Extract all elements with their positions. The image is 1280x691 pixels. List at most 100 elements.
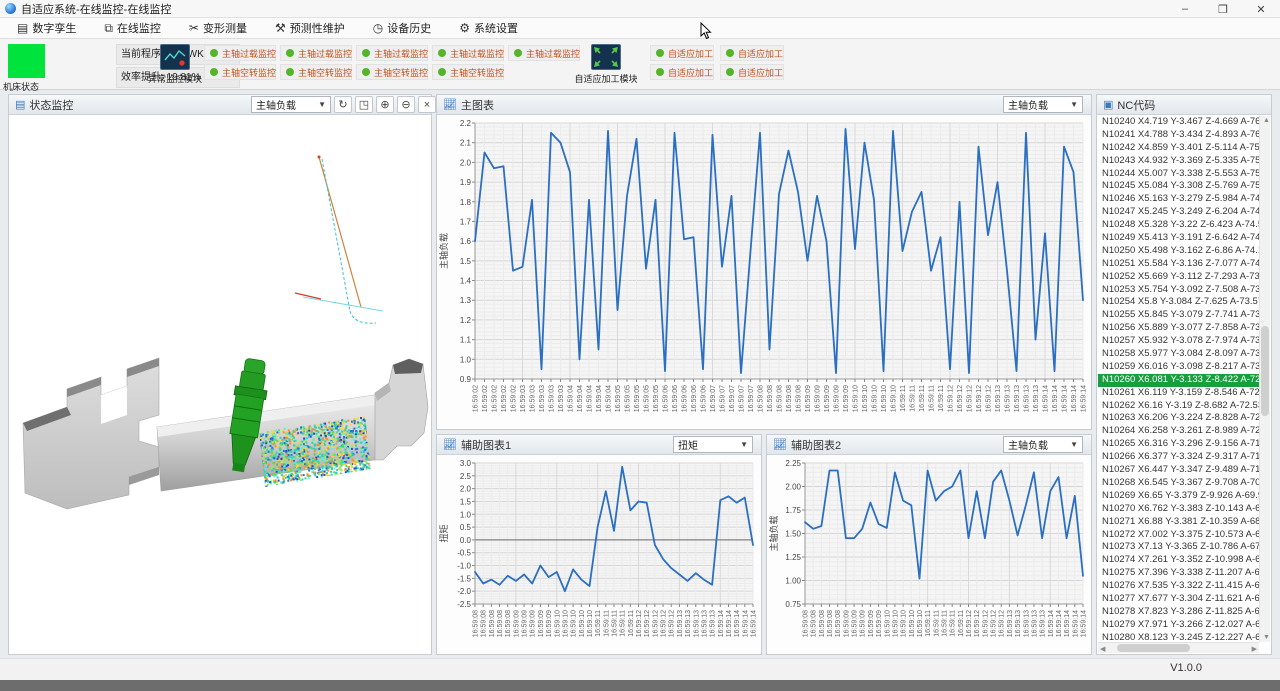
nc-line[interactable]: N10269 X6.65 Y-3.379 Z-9.926 A-69.947 ( — [1098, 490, 1259, 503]
main-chart-signal-dropdown[interactable]: 主轴负载▼ — [1003, 96, 1083, 113]
svg-text:16:59:05: 16:59:05 — [615, 385, 622, 412]
svg-text:16:59:06: 16:59:06 — [663, 385, 670, 412]
nc-line[interactable]: N10244 X5.007 Y-3.338 Z-5.553 A-75.297 — [1098, 168, 1259, 181]
nc-line[interactable]: N10257 X5.932 Y-3.078 Z-7.974 A-73.243 — [1098, 335, 1259, 348]
nc-line[interactable]: N10274 X7.261 Y-3.352 Z-10.998 A-66.67 — [1098, 554, 1259, 567]
nc-line[interactable]: N10258 X5.977 Y-3.084 Z-8.097 A-73.138 — [1098, 348, 1259, 361]
svg-text:16:59:13: 16:59:13 — [685, 610, 692, 637]
spindle-idle-button-1[interactable]: 主轴空转监控 — [204, 64, 276, 80]
nc-line[interactable]: N10246 X5.163 Y-3.279 Z-5.984 A-74.892 — [1098, 193, 1259, 206]
svg-text:16:59:10: 16:59:10 — [571, 610, 578, 637]
status-dot-icon — [286, 68, 294, 76]
minimize-button[interactable]: – — [1166, 0, 1204, 18]
main-chart-plot[interactable]: 0.91.01.11.21.31.41.51.61.71.81.92.02.12… — [437, 115, 1091, 429]
spindle-overload-button-3[interactable]: 主轴过载监控 — [356, 45, 428, 61]
spindle-overload-button-1[interactable]: 主轴过载监控 — [204, 45, 276, 61]
spindle-overload-button-2[interactable]: 主轴过载监控 — [280, 45, 352, 61]
menu-item-gear[interactable]: ⚙系统设置 — [450, 18, 527, 38]
spindle-overload-button-5[interactable]: 主轴过载监控 — [508, 45, 580, 61]
nc-line[interactable]: N10270 X6.762 Y-3.383 Z-10.143 A-69.34 — [1098, 503, 1259, 516]
svg-text:16:59:07: 16:59:07 — [710, 385, 717, 412]
menu-item-measure[interactable]: ✂变形测量 — [180, 18, 256, 38]
nc-line[interactable]: N10276 X7.535 Y-3.322 Z-11.415 A-65.22 — [1098, 580, 1259, 593]
nc-line[interactable]: N10251 X5.584 Y-3.136 Z-7.077 A-74.012 — [1098, 258, 1259, 271]
nc-line[interactable]: N10254 X5.8 Y-3.084 Z-7.625 A-73.571 C — [1098, 296, 1259, 309]
adaptive-machining-button-3[interactable]: 自适应加工 — [650, 64, 714, 80]
nc-line[interactable]: N10245 X5.084 Y-3.308 Z-5.769 A-75.088 — [1098, 180, 1259, 193]
nc-line[interactable]: N10247 X5.245 Y-3.249 Z-6.204 A-74.701 — [1098, 206, 1259, 219]
svg-text:16:59:13: 16:59:13 — [1031, 610, 1038, 637]
nc-line[interactable]: N10277 X7.677 Y-3.304 Z-11.621 A-64.48 — [1098, 593, 1259, 606]
svg-text:16:59:10: 16:59:10 — [909, 610, 916, 637]
nc-line[interactable]: N10275 X7.396 Y-3.338 Z-11.207 A-65.95 — [1098, 567, 1259, 580]
nc-line[interactable]: N10280 X8.123 Y-3.245 Z-12.227 A-62.23 — [1098, 632, 1259, 642]
spindle-idle-button-2[interactable]: 主轴空转监控 — [280, 64, 352, 80]
nc-line-current[interactable]: N10260 X6.081 Y-3.133 Z-8.422 A-72.835 — [1098, 374, 1259, 387]
nc-line[interactable]: N10266 X6.377 Y-3.324 Z-9.317 A-71.443 — [1098, 451, 1259, 464]
nc-line[interactable]: N10248 X5.328 Y-3.22 Z-6.423 A-74.52 C — [1098, 219, 1259, 232]
spindle-idle-button-4[interactable]: 主轴空转监控 — [432, 64, 504, 80]
menu-item-monitor[interactable]: ⧉在线监控 — [95, 18, 170, 38]
svg-text:16:59:11: 16:59:11 — [950, 610, 957, 637]
aux-chart1-signal-dropdown[interactable]: 扭矩▼ — [673, 436, 753, 453]
nc-line[interactable]: N10265 X6.316 Y-3.296 Z-9.156 A-71.771 — [1098, 438, 1259, 451]
svg-text:16:59:11: 16:59:11 — [938, 385, 945, 412]
cube-icon[interactable]: ◳ — [355, 96, 373, 113]
nc-line[interactable]: N10256 X5.889 Y-3.077 Z-7.858 A-73.348 — [1098, 322, 1259, 335]
aux-chart2-signal-dropdown[interactable]: 主轴负载▼ — [1003, 436, 1083, 453]
nc-line[interactable]: N10273 X7.13 Y-3.365 Z-10.786 A-67.372 — [1098, 541, 1259, 554]
nc-code-list[interactable]: N10240 X4.719 Y-3.467 Z-4.669 A-76.396N1… — [1098, 116, 1259, 642]
svg-text:16:59:03: 16:59:03 — [558, 385, 565, 412]
anomaly-module-icon[interactable] — [160, 44, 190, 70]
nc-line[interactable]: N10268 X6.545 Y-3.367 Z-9.708 A-70.519 — [1098, 477, 1259, 490]
nc-line[interactable]: N10262 X6.16 Y-3.19 Z-8.682 A-72.534 C — [1098, 400, 1259, 413]
nc-line[interactable]: N10253 X5.754 Y-3.092 Z-7.508 A-73.677 — [1098, 284, 1259, 297]
svg-text:16:59:11: 16:59:11 — [595, 610, 602, 637]
menu-item-document[interactable]: ▤数字孪生 — [8, 18, 85, 38]
svg-text:0.0: 0.0 — [460, 536, 472, 545]
nc-line[interactable]: N10243 X4.932 Y-3.369 Z-5.335 A-75.523 — [1098, 155, 1259, 168]
menu-item-wrench[interactable]: ⚒预测性维护 — [266, 18, 354, 38]
nc-line[interactable]: N10263 X6.206 Y-3.224 Z-8.828 A-72.33 ( — [1098, 412, 1259, 425]
menu-item-history[interactable]: ◷设备历史 — [364, 18, 440, 38]
nc-line[interactable]: N10279 X7.971 Y-3.266 Z-12.027 A-62.98 — [1098, 619, 1259, 632]
nc-vertical-scrollbar[interactable]: ▲ ▼ — [1259, 116, 1270, 642]
aux-chart1-plot[interactable]: -2.5-2.0-1.5-1.0-0.50.00.51.01.52.02.53.… — [437, 455, 761, 654]
adaptive-machining-button-4[interactable]: 自适应加工 — [720, 64, 784, 80]
nc-line[interactable]: N10255 X5.845 Y-3.079 Z-7.741 A-73.458 — [1098, 309, 1259, 322]
nc-line[interactable]: N10271 X6.88 Y-3.381 Z-10.359 A-68.711 — [1098, 516, 1259, 529]
nc-line[interactable]: N10250 X5.498 Y-3.162 Z-6.86 A-74.178 ( — [1098, 245, 1259, 258]
nc-line[interactable]: N10252 X5.669 Y-3.112 Z-7.293 A-73.844 — [1098, 271, 1259, 284]
nc-line[interactable]: N10267 X6.447 Y-3.347 Z-9.489 A-71.055 — [1098, 464, 1259, 477]
nc-line[interactable]: N10278 X7.823 Y-3.286 Z-11.825 A-63.73 — [1098, 606, 1259, 619]
adaptive-machining-button-2[interactable]: 自适应加工 — [720, 45, 784, 61]
maximize-button[interactable]: ❐ — [1204, 0, 1242, 18]
menu-bar: ▤数字孪生 ⧉在线监控 ✂变形测量 ⚒预测性维护 ◷设备历史 ⚙系统设置 — [0, 18, 1280, 39]
adaptive-module-icon[interactable] — [591, 44, 621, 70]
nc-line[interactable]: N10259 X6.016 Y-3.098 Z-8.217 A-73.036 — [1098, 361, 1259, 374]
spindle-overload-button-4[interactable]: 主轴过载监控 — [432, 45, 504, 61]
aux-chart2-plot[interactable]: 0.751.001.251.501.752.002.2516:59:0816:5… — [767, 455, 1091, 654]
zoom-out-icon[interactable]: ⊖ — [397, 96, 415, 113]
nc-line[interactable]: N10241 X4.788 Y-3.434 Z-4.893 A-76.062 — [1098, 129, 1259, 142]
svg-text:16:59:04: 16:59:04 — [577, 385, 584, 412]
3d-model-viewport[interactable] — [9, 115, 431, 654]
nc-line[interactable]: N10264 X6.258 Y-3.261 Z-8.989 A-72.072 — [1098, 425, 1259, 438]
zoom-in-icon[interactable]: ⊕ — [376, 96, 394, 113]
rotate-icon[interactable]: ↻ — [334, 96, 352, 113]
nc-horizontal-scrollbar[interactable]: ◀ ▶ — [1098, 642, 1259, 653]
nc-line[interactable]: N10272 X7.002 Y-3.375 Z-10.573 A-68.05 — [1098, 529, 1259, 542]
fit-icon[interactable]: × — [418, 96, 436, 113]
nc-line[interactable]: N10242 X4.859 Y-3.401 Z-5.114 A-75.775 — [1098, 142, 1259, 155]
button-label: 自适应加工 — [738, 66, 783, 79]
svg-text:16:59:10: 16:59:10 — [554, 610, 561, 637]
svg-text:16:59:12: 16:59:12 — [974, 610, 981, 637]
spindle-idle-button-3[interactable]: 主轴空转监控 — [356, 64, 428, 80]
nc-line[interactable]: N10261 X6.119 Y-3.159 Z-8.546 A-72.701 — [1098, 387, 1259, 400]
svg-text:2.0: 2.0 — [460, 158, 472, 167]
view-signal-dropdown[interactable]: 主轴负载▼ — [251, 96, 331, 113]
close-button[interactable]: ✕ — [1242, 0, 1280, 18]
adaptive-machining-button-1[interactable]: 自适应加工 — [650, 45, 714, 61]
nc-line[interactable]: N10240 X4.719 Y-3.467 Z-4.669 A-76.396 — [1098, 116, 1259, 129]
nc-line[interactable]: N10249 X5.413 Y-3.191 Z-6.642 A-74.346 — [1098, 232, 1259, 245]
